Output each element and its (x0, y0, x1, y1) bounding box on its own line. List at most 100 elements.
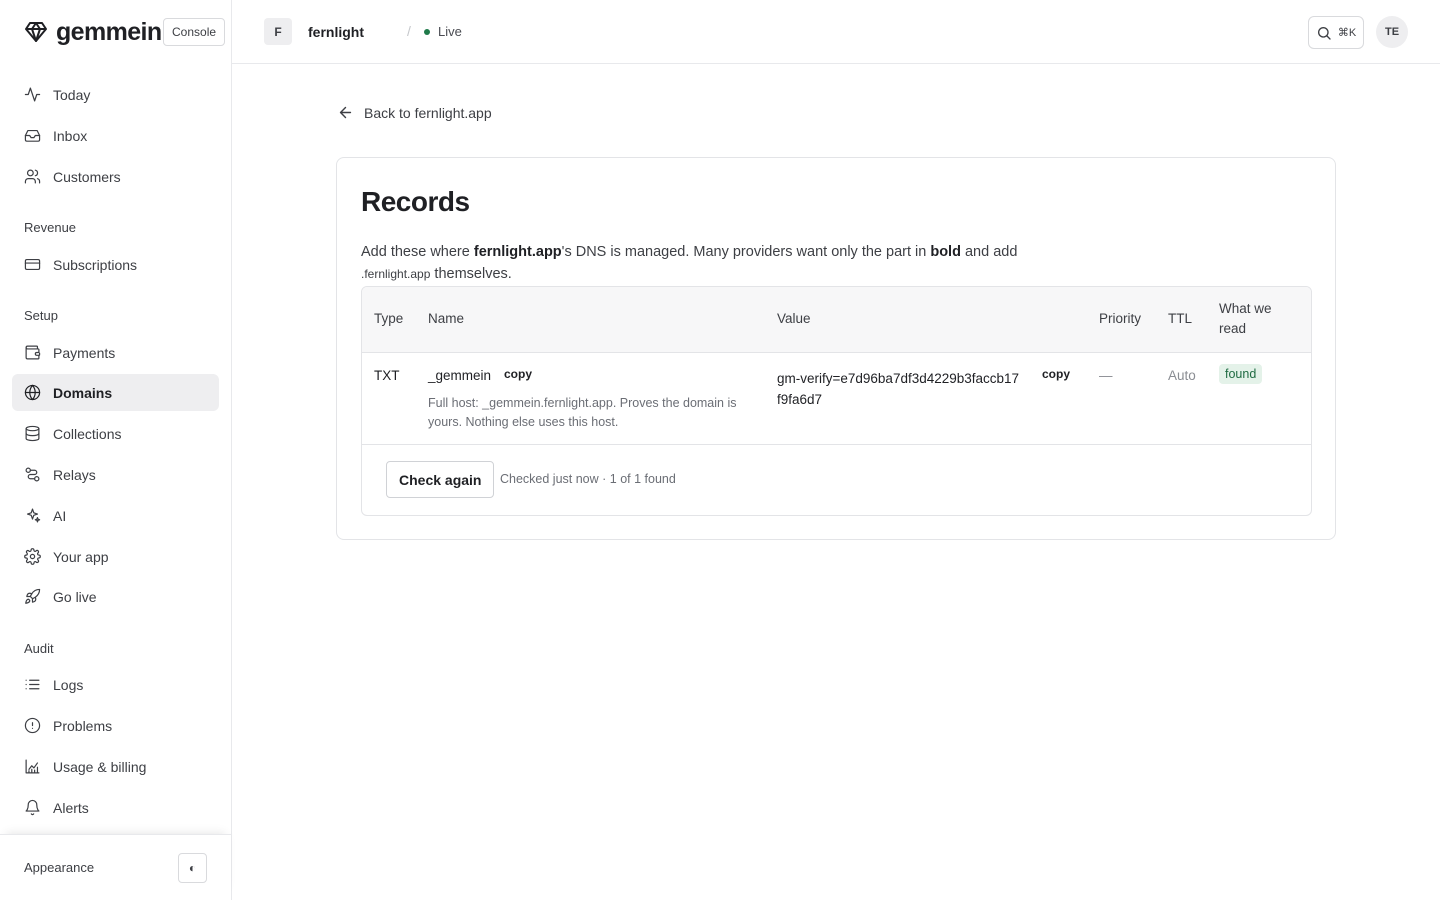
header-line: read (1219, 321, 1247, 336)
topbar: F fernlight / Live ⌘K TE (232, 0, 1440, 64)
brand[interactable]: gemmein (24, 18, 162, 46)
sidebar-item-today[interactable]: Today (12, 76, 219, 113)
theme-toggle-button[interactable]: ◐ (178, 853, 207, 883)
sidebar-item-label: Payments (53, 344, 116, 361)
column-header-priority: Priority (1099, 311, 1142, 326)
sidebar-item-label: Problems (53, 717, 113, 734)
gem-logo-icon (25, 22, 47, 42)
sidebar-item-your-app[interactable]: Your app (12, 538, 219, 575)
check-again-button[interactable]: Check again (386, 461, 495, 498)
back-link[interactable]: Back to fernlight.app (337, 104, 492, 121)
contrast-icon: ◐ (188, 861, 197, 875)
arrow-left-icon (339, 106, 352, 119)
credit-card-icon (24, 258, 41, 271)
column-header-ttl: TTL (1168, 311, 1193, 326)
sidebar-item-label: Today (53, 86, 91, 103)
search-button[interactable]: ⌘K (1308, 16, 1364, 49)
project-avatar[interactable]: F (264, 18, 292, 45)
sidebar-item-collections[interactable]: Collections (12, 415, 219, 452)
desc-text: and add (960, 244, 1018, 260)
sidebar-item-label: Logs (53, 676, 84, 693)
sidebar-item-subscriptions[interactable]: Subscriptions (12, 246, 219, 283)
search-icon (1317, 26, 1331, 40)
back-link-label: Back to fernlight.app (364, 104, 492, 121)
column-header-what-we-read: What we read (1219, 299, 1272, 339)
desc-text: 's DNS is managed. Many providers want o… (561, 244, 931, 260)
record-name: _gemmein (428, 368, 492, 383)
sidebar-item-payments[interactable]: Payments (12, 334, 219, 371)
sidebar-item-alerts[interactable]: Alerts (12, 789, 219, 826)
sidebar-item-logs[interactable]: Logs (12, 666, 219, 703)
sidebar-footer: Appearance ◐ (0, 834, 231, 900)
table-row: TXT _gemmein copy Full host: _gemmein.fe… (362, 353, 1311, 445)
sidebar-item-domains[interactable]: Domains (12, 374, 219, 411)
desc-bold-word: bold (930, 244, 961, 260)
value-line: gm-verify=e7d96ba7df3d4229b3faccb17 (777, 371, 1020, 386)
status-label: Live (438, 24, 462, 39)
sidebar-item-label: Customers (53, 168, 121, 185)
page-title: Records (361, 186, 470, 217)
hint-line: yours. Nothing else uses this host. (428, 415, 619, 429)
header-line: What we (1219, 301, 1272, 316)
column-header-type: Type (374, 311, 404, 326)
desc-text: Add these where (361, 244, 474, 260)
record-ttl: Auto (1168, 368, 1196, 383)
sidebar-item-ai[interactable]: AI (12, 497, 219, 534)
status-dot-icon (424, 28, 430, 35)
hint-line: Full host: _gemmein.fernlight.app. Prove… (428, 396, 737, 410)
sidebar-item-label: Collections (53, 425, 122, 442)
sidebar-item-go-live[interactable]: Go live (12, 578, 219, 615)
list-icon (25, 679, 40, 690)
appearance-label: Appearance (24, 860, 95, 875)
status-badge: found (1219, 364, 1263, 384)
sidebar-item-label: Domains (53, 384, 113, 401)
sidebar-item-relays[interactable]: Relays (12, 456, 219, 493)
environment-status[interactable]: Live (424, 24, 462, 39)
sparkles-icon (26, 508, 41, 523)
value-line: f9fa6d7 (777, 392, 823, 407)
inbox-icon (24, 129, 41, 142)
chart-icon (25, 759, 40, 774)
users-icon (24, 169, 41, 184)
records-description: Add these where fernlight.app's DNS is m… (361, 241, 1061, 285)
user-avatar[interactable]: TE (1376, 16, 1408, 48)
sidebar-item-label: Subscriptions (53, 256, 138, 273)
record-hint: Full host: _gemmein.fernlight.app. Prove… (428, 394, 737, 432)
rocket-icon (25, 588, 41, 604)
project-name[interactable]: fernlight (308, 24, 364, 40)
sidebar-item-problems[interactable]: Problems (12, 707, 219, 744)
sidebar-item-label: AI (53, 507, 67, 524)
column-header-name: Name (428, 311, 465, 326)
records-card: Records Add these where fernlight.app's … (336, 157, 1336, 540)
sidebar-item-label: Your app (53, 548, 109, 565)
desc-text: themselves. (430, 266, 512, 282)
breadcrumb-separator: / (407, 23, 411, 39)
globe-icon (24, 384, 41, 401)
console-button[interactable]: Console (163, 18, 226, 46)
records-table: Type Name Value Priority TTL What we read… (361, 286, 1312, 516)
sidebar: gemmein Console Today Inbox Customers Re… (0, 0, 232, 900)
sidebar-item-usage-billing[interactable]: Usage & billing (12, 748, 219, 785)
bell-icon (25, 799, 40, 816)
record-priority: — (1099, 368, 1113, 383)
activity-icon (24, 87, 41, 102)
desc-suffix: .fernlight.app (361, 267, 431, 281)
sidebar-item-label: Usage & billing (53, 758, 147, 775)
section-label-audit: Audit (24, 641, 54, 656)
sidebar-item-inbox[interactable]: Inbox (12, 117, 219, 154)
check-status-text: Checked just now · 1 of 1 found (500, 472, 676, 486)
section-label-revenue: Revenue (24, 220, 77, 235)
gear-icon (24, 548, 41, 565)
table-header: Type Name Value Priority TTL What we read (362, 287, 1311, 353)
sidebar-item-customers[interactable]: Customers (12, 158, 219, 195)
copy-value-button[interactable]: copy (1042, 367, 1070, 381)
sidebar-item-label: Alerts (53, 799, 89, 816)
route-icon (25, 467, 40, 482)
section-label-setup: Setup (24, 308, 58, 323)
brand-name: gemmein (56, 17, 162, 46)
desc-domain: fernlight.app (473, 244, 562, 260)
wallet-icon (25, 345, 41, 360)
copy-name-button[interactable]: copy (504, 367, 532, 381)
sidebar-item-label: Inbox (53, 127, 88, 144)
sidebar-item-label: Go live (53, 588, 97, 605)
